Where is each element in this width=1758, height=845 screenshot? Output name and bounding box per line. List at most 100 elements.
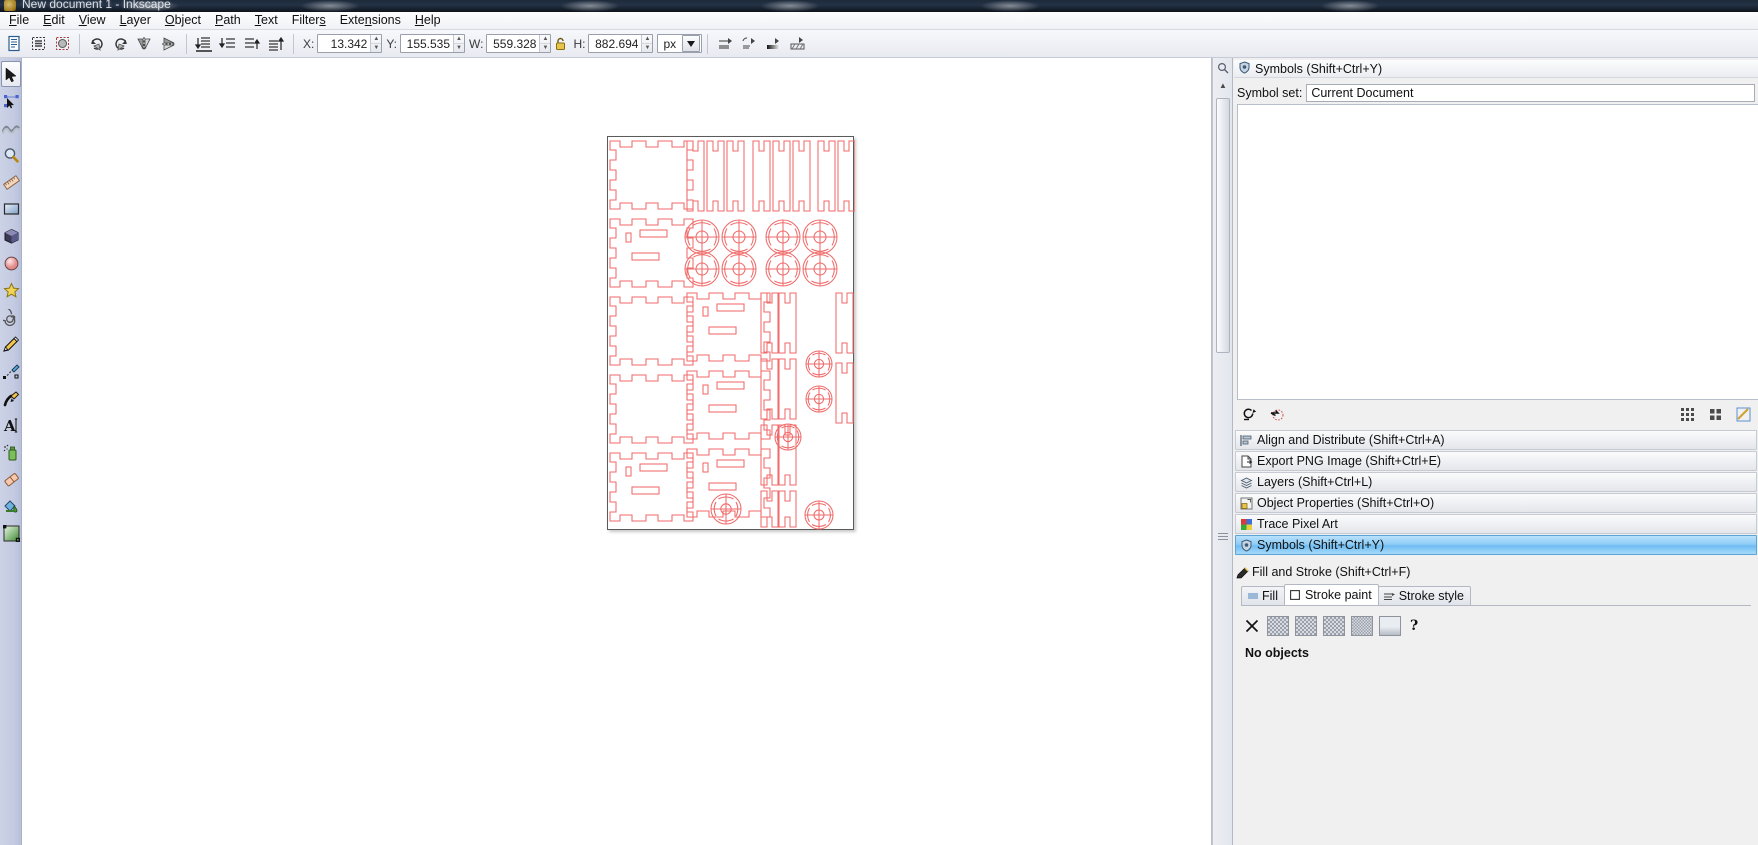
menu-text[interactable]: Text bbox=[248, 12, 285, 29]
eraser-tool[interactable] bbox=[1, 466, 21, 492]
dock-item-symbols[interactable]: Symbols (Shift+Ctrl+Y) bbox=[1235, 535, 1757, 555]
menu-file[interactable]: File bbox=[2, 12, 36, 29]
tab-stroke-style[interactable]: Stroke style bbox=[1377, 586, 1471, 605]
affect-gradients-icon[interactable] bbox=[762, 33, 784, 55]
h-stepper[interactable]: ▲ ▼ bbox=[641, 35, 653, 52]
star-tool[interactable] bbox=[1, 277, 21, 303]
x-field[interactable]: ▲▼ bbox=[317, 34, 383, 53]
pencil-tool[interactable] bbox=[1, 331, 21, 357]
lock-ratio-icon[interactable] bbox=[551, 34, 569, 54]
raise-icon[interactable] bbox=[241, 33, 263, 55]
rotate-90-cw-icon[interactable] bbox=[110, 33, 132, 55]
canvas-area[interactable] bbox=[22, 58, 1212, 845]
flip-vertical-icon[interactable] bbox=[158, 33, 180, 55]
selector-tool[interactable] bbox=[1, 61, 21, 87]
select-all-icon[interactable] bbox=[3, 33, 25, 55]
calligraphy-tool[interactable] bbox=[1, 385, 21, 411]
flat-color-button[interactable] bbox=[1267, 616, 1289, 636]
magnifier-icon[interactable] bbox=[1216, 61, 1230, 75]
dock-item-trace-pixel-art[interactable]: Trace Pixel Art bbox=[1235, 514, 1757, 534]
menu-filters[interactable]: Filters bbox=[285, 12, 333, 29]
command-toolbar: X: ▲▼ Y: ▲▼ W: ▲▼ H: ▲▼ px bbox=[0, 30, 1758, 58]
affect-rounded-corners-icon[interactable] bbox=[738, 33, 760, 55]
spiral-tool[interactable] bbox=[1, 304, 21, 330]
rotate-90-ccw-icon[interactable] bbox=[86, 33, 108, 55]
paint-type-buttons: ? bbox=[1243, 614, 1753, 638]
menu-view[interactable]: View bbox=[72, 12, 113, 29]
dock-item-label: Symbols (Shift+Ctrl+Y) bbox=[1257, 538, 1385, 552]
spray-tool[interactable] bbox=[1, 439, 21, 465]
w-stepper[interactable]: ▲ ▼ bbox=[539, 35, 551, 52]
dock-item-list: Align and Distribute (Shift+Ctrl+A) Expo… bbox=[1233, 430, 1758, 556]
add-symbol-icon[interactable] bbox=[1237, 403, 1261, 425]
flip-horizontal-icon[interactable] bbox=[134, 33, 156, 55]
fit-symbol-icon[interactable] bbox=[1731, 403, 1755, 425]
affect-stroke-width-icon[interactable] bbox=[714, 33, 736, 55]
tweak-tool[interactable] bbox=[1, 115, 21, 141]
dock-item-object-properties[interactable]: Object Properties (Shift+Ctrl+O) bbox=[1235, 493, 1757, 513]
rectangle-tool[interactable] bbox=[1, 196, 21, 222]
affect-patterns-icon[interactable] bbox=[786, 33, 808, 55]
swatch-button[interactable] bbox=[1379, 616, 1401, 636]
h-field[interactable]: ▲▼ bbox=[588, 34, 654, 53]
symbol-set-value: Current Document bbox=[1311, 86, 1414, 100]
units-value: px bbox=[663, 36, 677, 51]
dock-item-align-and-distribute[interactable]: Align and Distribute (Shift+Ctrl+A) bbox=[1235, 430, 1757, 450]
ellipse-tool[interactable] bbox=[1, 250, 21, 276]
dock-item-layers[interactable]: Layers (Shift+Ctrl+L) bbox=[1235, 472, 1757, 492]
deselect-icon[interactable] bbox=[51, 33, 73, 55]
raise-to-top-icon[interactable] bbox=[265, 33, 287, 55]
chevron-down-icon[interactable] bbox=[682, 35, 701, 52]
menu-object[interactable]: Object bbox=[158, 12, 208, 29]
lower-icon[interactable] bbox=[217, 33, 239, 55]
grid-large-icon[interactable] bbox=[1675, 403, 1699, 425]
select-all-layers-icon[interactable] bbox=[27, 33, 49, 55]
units-select[interactable]: px bbox=[657, 34, 703, 53]
node-tool[interactable] bbox=[1, 88, 21, 114]
measure-tool[interactable] bbox=[1, 169, 21, 195]
paint-bucket-tool[interactable] bbox=[1, 493, 21, 519]
remove-symbol-icon[interactable] bbox=[1265, 403, 1289, 425]
bezier-tool[interactable] bbox=[1, 358, 21, 384]
symbols-shield-icon bbox=[1239, 538, 1253, 552]
grid-small-icon[interactable] bbox=[1703, 403, 1727, 425]
w-input[interactable] bbox=[487, 35, 540, 52]
document-page[interactable] bbox=[607, 136, 855, 530]
no-paint-button[interactable] bbox=[1243, 616, 1261, 636]
text-tool[interactable]: A bbox=[1, 412, 21, 438]
menu-path[interactable]: Path bbox=[208, 12, 248, 29]
y-field[interactable]: ▲▼ bbox=[400, 34, 466, 53]
menu-edit[interactable]: Edit bbox=[36, 12, 72, 29]
fill-stroke-status: No objects bbox=[1245, 646, 1309, 660]
symbols-display-area[interactable] bbox=[1237, 104, 1758, 400]
gradient-tool[interactable] bbox=[1, 520, 21, 546]
scrollbar-thumb[interactable] bbox=[1216, 98, 1230, 353]
canvas-vertical-scrollbar[interactable]: ▲ bbox=[1212, 58, 1232, 845]
export-png-icon bbox=[1239, 454, 1253, 468]
linear-gradient-button[interactable] bbox=[1295, 616, 1317, 636]
radial-gradient-button[interactable] bbox=[1323, 616, 1345, 636]
y-input[interactable] bbox=[401, 35, 454, 52]
menu-help[interactable]: Help bbox=[408, 12, 448, 29]
unknown-paint-button[interactable]: ? bbox=[1407, 616, 1425, 636]
lower-to-bottom-icon[interactable] bbox=[193, 33, 215, 55]
fill-and-stroke-header[interactable]: Fill and Stroke (Shift+Ctrl+F) bbox=[1235, 563, 1757, 581]
menu-layer[interactable]: Layer bbox=[113, 12, 158, 29]
symbol-set-select[interactable]: Current Document bbox=[1306, 84, 1755, 102]
pattern-button[interactable] bbox=[1351, 616, 1373, 636]
tab-stroke-paint[interactable]: Stroke paint bbox=[1283, 584, 1379, 605]
menu-file-rest: ile bbox=[16, 13, 30, 27]
h-input[interactable] bbox=[589, 35, 642, 52]
menu-extensions[interactable]: Extensions bbox=[333, 12, 408, 29]
box3d-tool[interactable] bbox=[1, 223, 21, 249]
x-stepper[interactable]: ▲ ▼ bbox=[370, 35, 382, 52]
x-input[interactable] bbox=[318, 35, 371, 52]
triangle-up-icon[interactable]: ▲ bbox=[1217, 80, 1229, 90]
w-field[interactable]: ▲▼ bbox=[486, 34, 552, 53]
svg-text:?: ? bbox=[1410, 618, 1418, 634]
gripper-icon[interactable] bbox=[1218, 528, 1228, 544]
zoom-tool[interactable] bbox=[1, 142, 21, 168]
tab-fill[interactable]: Fill bbox=[1241, 586, 1285, 605]
dock-item-export-png-image[interactable]: Export PNG Image (Shift+Ctrl+E) bbox=[1235, 451, 1757, 471]
y-stepper[interactable]: ▲ ▼ bbox=[453, 35, 465, 52]
